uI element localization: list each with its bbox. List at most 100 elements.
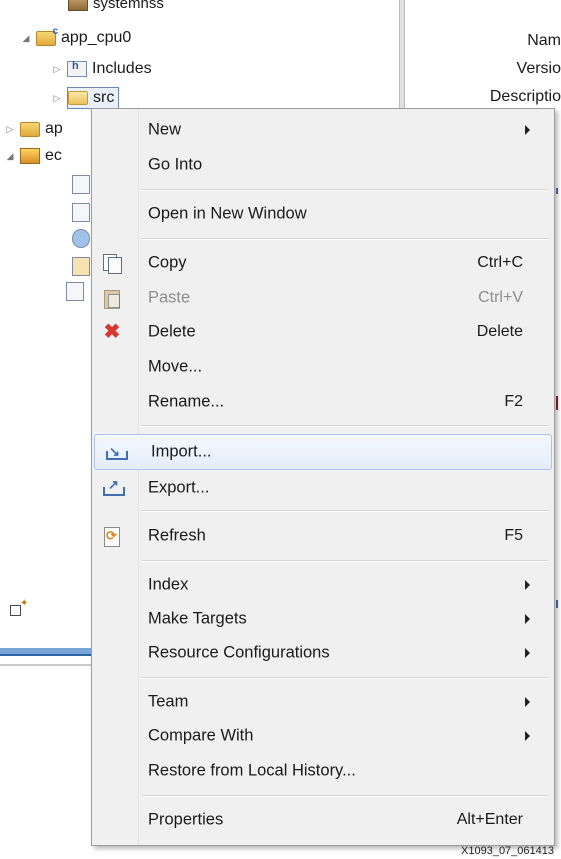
menu-item-label: Import... [151,442,212,461]
menu-separator [142,425,548,427]
file-icon [72,175,90,194]
expanded-triangle-icon[interactable]: ◢ [4,151,16,162]
property-label-version: Versio [516,60,561,77]
tree-item-systemhss[interactable]: systemhss [68,0,164,14]
menu-item-export[interactable]: ↗ Export... [92,471,554,505]
submenu-arrow-icon [525,731,530,741]
menu-item-resource-configurations[interactable]: Resource Configurations [92,636,554,670]
shortcut-label: F2 [504,393,523,410]
menu-separator [142,677,548,679]
tree-item-label: Includes [92,60,152,77]
menu-item-delete[interactable]: ✖ Delete Delete [92,315,554,349]
submenu-arrow-icon [525,580,530,590]
submenu-arrow-icon [525,125,530,135]
menu-item-label: Export... [148,478,210,497]
menu-item-label: Rename... [148,392,225,411]
menu-item-label: New [148,120,182,139]
tree-item-src[interactable]: ▷ src [51,87,120,109]
menu-item-label: Paste [148,288,191,307]
folder-icon [68,91,88,105]
sparkle-icon: ✦ [20,598,29,609]
submenu-arrow-icon [525,614,530,624]
menu-item-label: Team [148,692,189,711]
menu-item-label: Delete [148,322,196,341]
collapsed-triangle-icon[interactable]: ▷ [51,64,63,75]
menu-separator [142,510,548,512]
shortcut-label: Ctrl+C [477,254,523,271]
tree-item-ec[interactable]: ◢ ec [4,145,62,167]
tree-item-label: ec [45,147,62,164]
menu-item-label: Index [148,575,189,594]
config-file-icon [72,257,90,276]
edge-marker [556,600,558,608]
context-menu: New Go Into Open in New Window Copy Ctrl… [91,108,555,846]
tree-item-app-cpu0[interactable]: ◢ c app_cpu0 [20,26,132,49]
menu-item-move[interactable]: Move... [92,350,554,384]
tree-item-label: app_cpu0 [61,29,132,46]
edge-marker [556,396,558,410]
tree-item-includes[interactable]: ▷ Includes [51,58,152,80]
import-icon: ↘ [105,442,128,462]
menu-item-label: Restore from Local History... [148,761,356,780]
property-label-name: Nam [527,32,561,49]
menu-item-make-targets[interactable]: Make Targets [92,602,554,636]
paste-icon [102,288,122,309]
refresh-icon: ⟳ [102,526,122,547]
shortcut-label: Delete [476,323,523,340]
shortcut-label: Alt+Enter [456,811,523,828]
menu-item-label: Refresh [148,526,206,545]
collapsed-triangle-icon[interactable]: ▷ [51,93,63,104]
export-icon: ↗ [102,477,125,498]
tree-item-ap[interactable]: ▷ ap [4,118,63,140]
tree-item-label: src [93,89,115,106]
submenu-arrow-icon [525,697,530,707]
menu-item-index[interactable]: Index [92,568,554,602]
src-selection[interactable]: src [67,87,120,109]
document-icon [66,282,84,301]
menu-item-label: Make Targets [148,609,247,628]
menu-separator [142,238,548,240]
library-icon [68,0,88,11]
menu-item-label: Compare With [148,726,254,745]
panel-tab-bar [0,648,92,656]
figure-caption: X1093_07_061413 [461,845,554,857]
hardware-platform-icon [20,148,40,164]
menu-separator [142,560,548,562]
menu-item-new[interactable]: New [92,113,554,147]
menu-item-import[interactable]: ↘ Import... [94,434,552,470]
menu-separator [142,189,548,191]
menu-item-label: Open in New Window [148,204,307,223]
tree-item-label: systemhss [93,0,164,12]
tree-item-label: ap [45,120,63,137]
menu-item-label: Resource Configurations [148,643,330,662]
c-project-icon: c [36,26,58,46]
panel-divider [0,664,92,666]
menu-item-label: Copy [148,253,187,272]
expanded-triangle-icon[interactable]: ◢ [20,33,32,44]
menu-item-label: Move... [148,357,203,376]
property-label-description: Descriptio [489,88,561,105]
globe-icon [72,229,90,248]
shortcut-label: F5 [504,527,523,544]
menu-item-paste[interactable]: Paste Ctrl+V [92,281,554,315]
edge-marker [556,188,558,194]
menu-item-properties[interactable]: Properties Alt+Enter [92,803,554,837]
collapsed-triangle-icon[interactable]: ▷ [4,124,16,135]
includes-icon [67,60,87,77]
menu-item-label: Properties [148,810,224,829]
project-icon [20,121,40,137]
menu-item-copy[interactable]: Copy Ctrl+C [92,246,554,280]
menu-item-restore-from-local-history[interactable]: Restore from Local History... [92,754,554,788]
menu-item-refresh[interactable]: ⟳ Refresh F5 [92,519,554,553]
shortcut-label: Ctrl+V [478,289,523,306]
menu-item-team[interactable]: Team [92,685,554,719]
menu-item-go-into[interactable]: Go Into [92,148,554,182]
menu-item-compare-with[interactable]: Compare With [92,719,554,753]
menu-item-open-in-new-window[interactable]: Open in New Window [92,197,554,231]
menu-separator [142,795,548,797]
file-icon [72,203,90,222]
menu-item-label: Go Into [148,155,203,174]
submenu-arrow-icon [525,648,530,658]
menu-item-rename[interactable]: Rename... F2 [92,385,554,419]
copy-icon [102,253,122,274]
